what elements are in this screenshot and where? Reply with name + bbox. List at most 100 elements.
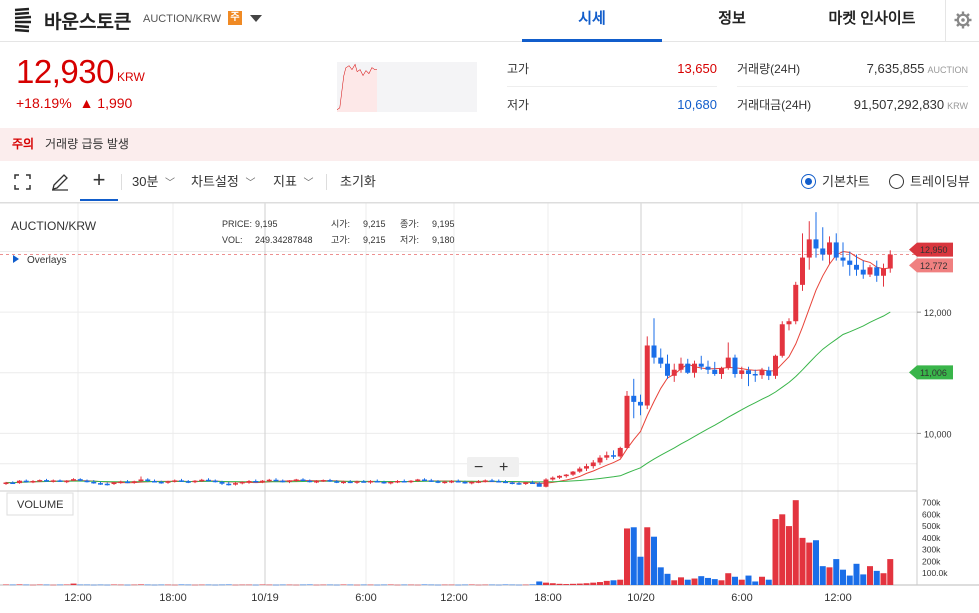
- volume-bar: [597, 582, 603, 585]
- volume-bar: [462, 584, 468, 586]
- volume-bar: [57, 584, 63, 586]
- volume-bar: [529, 584, 536, 585]
- volume-bar: [840, 569, 846, 585]
- fullscreen-icon[interactable]: [14, 174, 31, 190]
- tab-info[interactable]: 정보: [662, 0, 802, 42]
- candle-body: [867, 267, 873, 275]
- price-chart[interactable]: 10,00011,00012,000700k600k500k400k300k20…: [0, 203, 979, 613]
- candle-body: [705, 366, 711, 370]
- candle-body: [597, 457, 603, 463]
- candle-body: [23, 480, 29, 483]
- volume-bar: [522, 584, 529, 586]
- candle-body: [125, 481, 130, 484]
- candle-body: [469, 481, 475, 484]
- candle-body: [118, 481, 124, 484]
- volume-bar: [50, 584, 57, 586]
- stat-high-label: 고가: [507, 62, 530, 76]
- volume-bar: [354, 584, 360, 586]
- stat-volume-value: 7,635,855 AUCTION: [867, 51, 968, 88]
- volume-bar: [651, 536, 657, 585]
- settings-button[interactable]: [945, 0, 979, 42]
- candle-body: [37, 480, 43, 482]
- tab-price[interactable]: 시세: [522, 0, 662, 42]
- bounce-logo-icon[interactable]: [12, 7, 34, 33]
- volume-bar: [495, 584, 502, 586]
- volume-bar: [293, 584, 300, 586]
- candle-body: [192, 480, 198, 483]
- candle-body: [854, 264, 859, 270]
- candle-body: [341, 481, 346, 484]
- info-vol-value: 249.34287848: [255, 235, 313, 245]
- candle-body: [233, 483, 238, 485]
- volume-bar: [300, 584, 306, 586]
- volume-tick-label: 200k: [922, 556, 941, 566]
- stat-volume: 거래량(24H) 7,635,855 AUCTION: [737, 51, 968, 87]
- reset-button[interactable]: 초기화: [340, 161, 376, 203]
- volume-bar: [117, 584, 124, 586]
- volume-bar: [252, 584, 259, 586]
- ma-short-marker-label: 12,772: [920, 261, 948, 271]
- volume-bar: [16, 584, 23, 585]
- candle-body: [422, 479, 427, 481]
- volume-bar: [36, 584, 43, 586]
- x-tick-label: 12:00: [64, 592, 92, 604]
- volume-bar: [630, 527, 637, 585]
- overlays-label[interactable]: Overlays: [27, 255, 66, 266]
- chart-settings-menu[interactable]: 차트설정 ﹀: [191, 161, 255, 203]
- volume-bar: [401, 584, 408, 586]
- volume-bar: [684, 579, 691, 585]
- candle-body: [239, 481, 245, 484]
- volume-bar: [266, 584, 273, 586]
- volume-bar: [347, 584, 354, 586]
- candle-body: [172, 480, 178, 482]
- volume-tick-label: 500k: [922, 521, 941, 531]
- volume-bar: [867, 566, 873, 585]
- x-tick-label: 12:00: [440, 592, 468, 604]
- caret-down-icon[interactable]: [249, 14, 263, 24]
- info-open-label: 시가:: [331, 219, 350, 229]
- zoom-out-button[interactable]: −: [474, 459, 483, 476]
- candle-body: [698, 363, 704, 367]
- interval-select[interactable]: 30분 ﹀: [132, 161, 175, 203]
- tradingview-radio[interactable]: [889, 174, 904, 189]
- volume-bar: [435, 584, 441, 586]
- candle-body: [476, 481, 481, 483]
- candle-body: [84, 480, 90, 483]
- candle-body: [71, 479, 76, 481]
- basic-chart-radio[interactable]: [801, 174, 816, 189]
- candle-body: [199, 479, 205, 482]
- volume-bar: [711, 579, 718, 585]
- info-price-value: 9,195: [255, 219, 278, 229]
- volume-bar: [158, 584, 165, 586]
- candle-body: [287, 480, 292, 482]
- crosshair-icon[interactable]: +: [80, 161, 118, 201]
- volume-bar: [23, 584, 30, 586]
- candle-body: [388, 481, 394, 484]
- basic-chart-label[interactable]: 기본차트: [822, 161, 870, 203]
- volume-bar: [887, 559, 894, 585]
- tab-market-insight[interactable]: 마켓 인사이트: [802, 0, 942, 42]
- price-unit: KRW: [117, 70, 145, 84]
- volume-bar: [819, 566, 826, 585]
- candle-body: [651, 345, 657, 358]
- volume-bar: [759, 576, 765, 585]
- volume-bar: [30, 584, 36, 586]
- tradingview-label[interactable]: 트레이딩뷰: [910, 161, 970, 203]
- current-price-marker-label: 12,950: [920, 245, 948, 255]
- candle-body: [644, 345, 650, 406]
- volume-bar: [185, 584, 192, 586]
- volume-bar: [9, 584, 16, 586]
- candle-body: [17, 480, 22, 484]
- candle-body: [678, 363, 684, 370]
- candle-body: [773, 355, 778, 376]
- interval-label: 30분: [132, 174, 159, 189]
- candle-body: [314, 480, 319, 483]
- caret-right-icon[interactable]: [13, 255, 19, 263]
- volume-bar: [246, 584, 252, 586]
- candle-body: [752, 373, 758, 376]
- indicators-menu[interactable]: 지표 ﹀: [273, 161, 314, 203]
- chevron-down-icon: ﹀: [303, 178, 314, 189]
- pencil-icon[interactable]: [51, 173, 69, 191]
- zoom-in-button[interactable]: +: [499, 459, 508, 476]
- candle-body: [374, 480, 380, 483]
